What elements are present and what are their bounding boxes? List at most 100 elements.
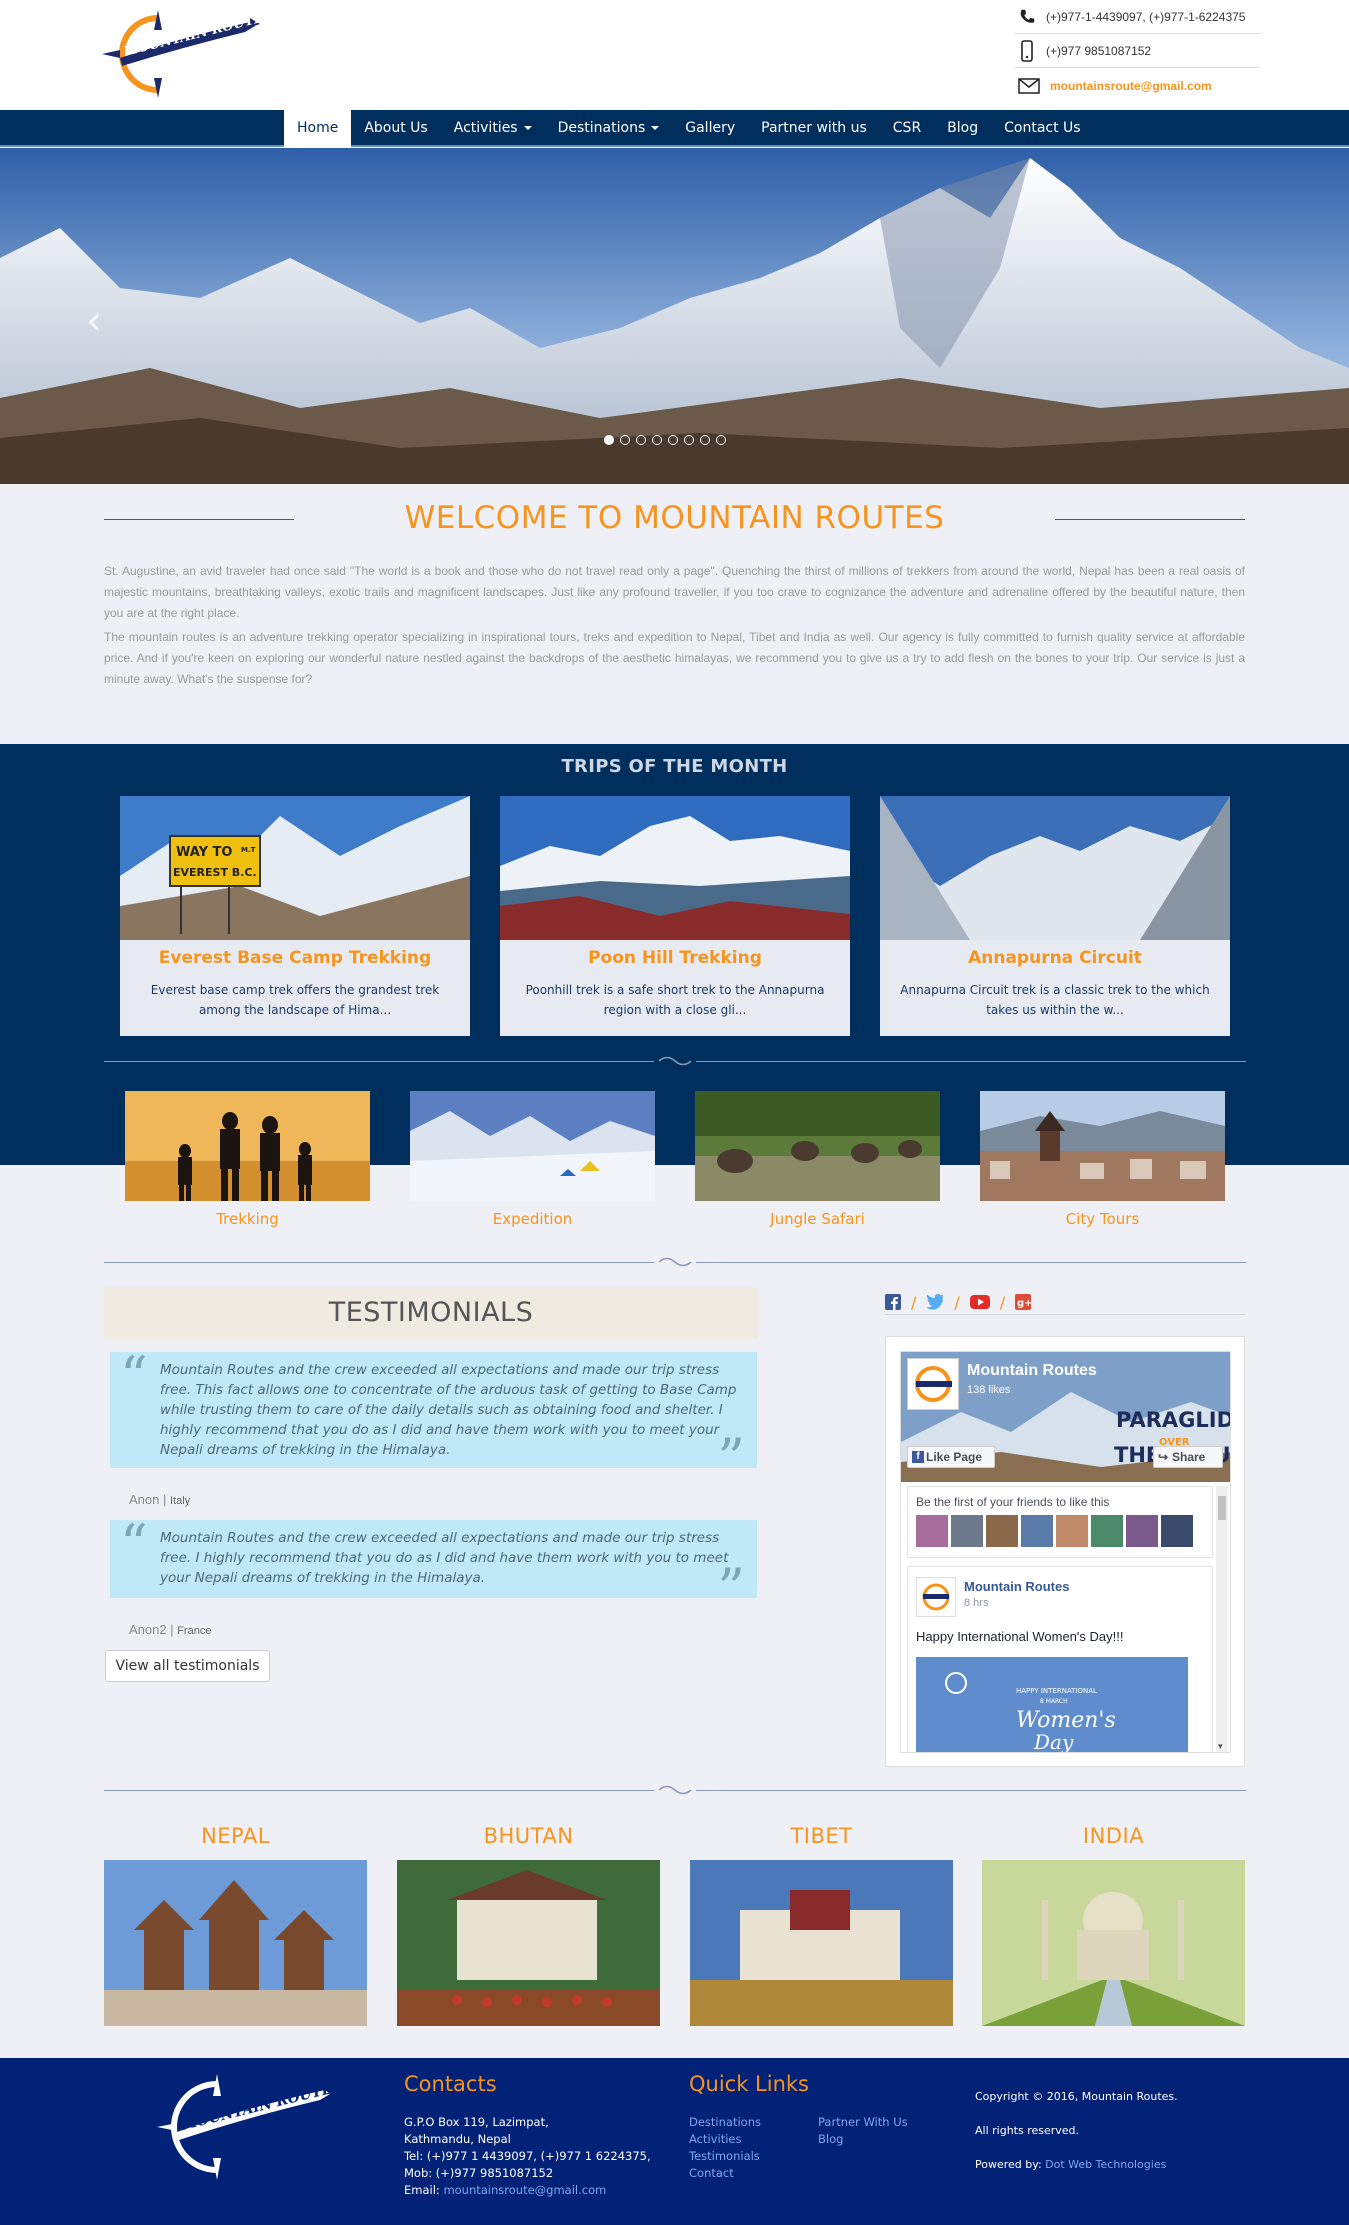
open-quote-icon: “ (120, 1513, 148, 1576)
powered-by: Powered by: Dot Web Technologies (975, 2158, 1167, 2171)
footer-logo-icon[interactable]: MOUNTAIN ROUTES (155, 2072, 335, 2182)
avatar[interactable] (1056, 1515, 1088, 1547)
country-title-india[interactable]: INDIA (982, 1824, 1245, 1848)
slider-dot[interactable] (652, 435, 662, 445)
footer-link-partner[interactable]: Partner With Us (818, 2114, 908, 2131)
hero-slider[interactable]: ‹ (0, 148, 1349, 484)
country-image-india[interactable] (982, 1860, 1245, 2026)
trip-image (500, 796, 850, 940)
nav-gallery[interactable]: Gallery (672, 110, 748, 147)
activity-city-tours[interactable]: City Tours (980, 1091, 1225, 1228)
view-all-testimonials-button[interactable]: View all testimonials (105, 1650, 270, 1682)
trip-title[interactable]: Poon Hill Trekking (500, 948, 850, 968)
activity-label[interactable]: City Tours (980, 1210, 1225, 1228)
avatar[interactable] (951, 1515, 983, 1547)
nav-blog[interactable]: Blog (934, 110, 991, 147)
trips-title: TRIPS OF THE MONTH (561, 756, 788, 777)
hero-image (0, 148, 1349, 484)
svg-text:MOUNTAIN ROUTES: MOUNTAIN ROUTES (121, 8, 260, 60)
post-time[interactable]: 8 hrs (964, 1597, 988, 1609)
facebook-page-name[interactable]: Mountain Routes (967, 1362, 1097, 1380)
country-title-bhutan[interactable]: BHUTAN (397, 1824, 660, 1848)
nav-contact[interactable]: Contact Us (991, 110, 1093, 147)
facebook-likes: 138 likes (967, 1384, 1011, 1396)
country-title-nepal[interactable]: NEPAL (104, 1824, 367, 1848)
social-links: / / / g+ (885, 1290, 1245, 1315)
activity-jungle-safari[interactable]: Jungle Safari (695, 1091, 940, 1228)
svg-text:WAY TO: WAY TO (176, 845, 232, 860)
svg-text:M.T: M.T (241, 846, 256, 854)
google-plus-icon[interactable]: g+ (1015, 1294, 1032, 1310)
facebook-share-button[interactable]: ↪ Share (1153, 1446, 1223, 1468)
envelope-icon (1018, 78, 1040, 94)
country-title-tibet[interactable]: TIBET (690, 1824, 953, 1848)
nav-activities[interactable]: Activities (441, 110, 545, 147)
site-logo[interactable]: MOUNTAIN ROUTES (100, 8, 274, 100)
youtube-icon[interactable] (969, 1294, 990, 1310)
footer-link-contact[interactable]: Contact (689, 2165, 761, 2182)
facebook-page-plugin[interactable]: PARAGLIDE OVER THE CLOUDS Mountain Route… (900, 1351, 1231, 1753)
trip-title[interactable]: Everest Base Camp Trekking (120, 948, 470, 968)
slider-dot[interactable] (700, 435, 710, 445)
avatar[interactable] (1021, 1515, 1053, 1547)
footer-link-destinations[interactable]: Destinations (689, 2114, 761, 2131)
post-image[interactable]: HAPPY INTERNATIONAL 8 MARCH Women's Day (916, 1657, 1188, 1753)
trip-title[interactable]: Annapurna Circuit (880, 948, 1230, 968)
post-author[interactable]: Mountain Routes (964, 1579, 1069, 1594)
avatar[interactable] (916, 1515, 948, 1547)
trip-card-poonhill[interactable]: Poon Hill Trekking Poonhill trek is a sa… (500, 796, 850, 1036)
slider-dot[interactable] (684, 435, 694, 445)
slider-dot[interactable] (668, 435, 678, 445)
section-divider (696, 1790, 1246, 1791)
slider-dot[interactable] (604, 435, 614, 445)
contact-email-row: mountainsroute@gmail.com (1015, 69, 1260, 103)
slider-dot[interactable] (636, 435, 646, 445)
activity-trekking[interactable]: Trekking (125, 1091, 370, 1228)
trip-card-annapurna[interactable]: Annapurna Circuit Annapurna Circuit trek… (880, 796, 1230, 1036)
facebook-page-avatar[interactable] (907, 1358, 959, 1410)
country-image-tibet[interactable] (690, 1860, 953, 2026)
welcome-title: WELCOME TO MOUNTAIN ROUTES (404, 500, 945, 536)
contact-mobile-row: (+)977 9851087152 (1015, 34, 1260, 68)
avatar[interactable] (986, 1515, 1018, 1547)
scrollbar[interactable]: ▾ (1216, 1486, 1228, 1752)
facebook-friends-box: Be the first of your friends to like thi… (907, 1486, 1213, 1558)
avatar[interactable] (1161, 1515, 1193, 1547)
trip-card-everest[interactable]: WAY TO M.T EVEREST B.C. Everest Base Cam… (120, 796, 470, 1036)
powered-by-link[interactable]: Dot Web Technologies (1045, 2158, 1166, 2171)
nav-destinations[interactable]: Destinations (545, 110, 673, 147)
slider-dot[interactable] (620, 435, 630, 445)
country-image-nepal[interactable] (104, 1860, 367, 2026)
copyright: Copyright © 2016, Mountain Routes. (975, 2090, 1178, 2103)
footer-link-blog[interactable]: Blog (818, 2131, 908, 2148)
country-image-bhutan[interactable] (397, 1860, 660, 2026)
activity-label[interactable]: Trekking (125, 1210, 370, 1228)
mobile-icon (1021, 39, 1033, 62)
avatar[interactable] (1126, 1515, 1158, 1547)
avatar[interactable] (916, 1577, 956, 1617)
footer-link-activities[interactable]: Activities (689, 2131, 761, 2148)
footer-email-link[interactable]: mountainsroute@gmail.com (443, 2183, 606, 2197)
scrollbar-thumb[interactable] (1218, 1496, 1226, 1520)
nav-partner[interactable]: Partner with us (748, 110, 880, 147)
nav-csr[interactable]: CSR (880, 110, 934, 147)
facebook-like-button[interactable]: f Like Page (907, 1446, 995, 1468)
scroll-down-icon[interactable]: ▾ (1218, 1742, 1223, 1752)
activity-label[interactable]: Jungle Safari (695, 1210, 940, 1228)
post-text: Happy International Women's Day!!! (916, 1629, 1124, 1644)
slider-dot[interactable] (716, 435, 726, 445)
svg-text:Day: Day (1033, 1730, 1074, 1753)
facebook-post: Mountain Routes 8 hrs Happy Internationa… (907, 1566, 1213, 1753)
nav-about-us[interactable]: About Us (351, 110, 440, 147)
avatar[interactable] (1091, 1515, 1123, 1547)
nav-home[interactable]: Home (284, 110, 352, 148)
activity-label[interactable]: Expedition (410, 1210, 655, 1228)
section-divider (696, 1262, 1246, 1263)
facebook-icon[interactable] (885, 1294, 901, 1310)
footer-link-testimonials[interactable]: Testimonials (689, 2148, 761, 2165)
share-icon: ↪ (1158, 1450, 1169, 1464)
twitter-icon[interactable] (926, 1294, 945, 1310)
activity-expedition[interactable]: Expedition (410, 1091, 655, 1228)
slider-prev-icon[interactable]: ‹ (86, 298, 102, 344)
email-link[interactable]: mountainsroute@gmail.com (1050, 79, 1212, 93)
